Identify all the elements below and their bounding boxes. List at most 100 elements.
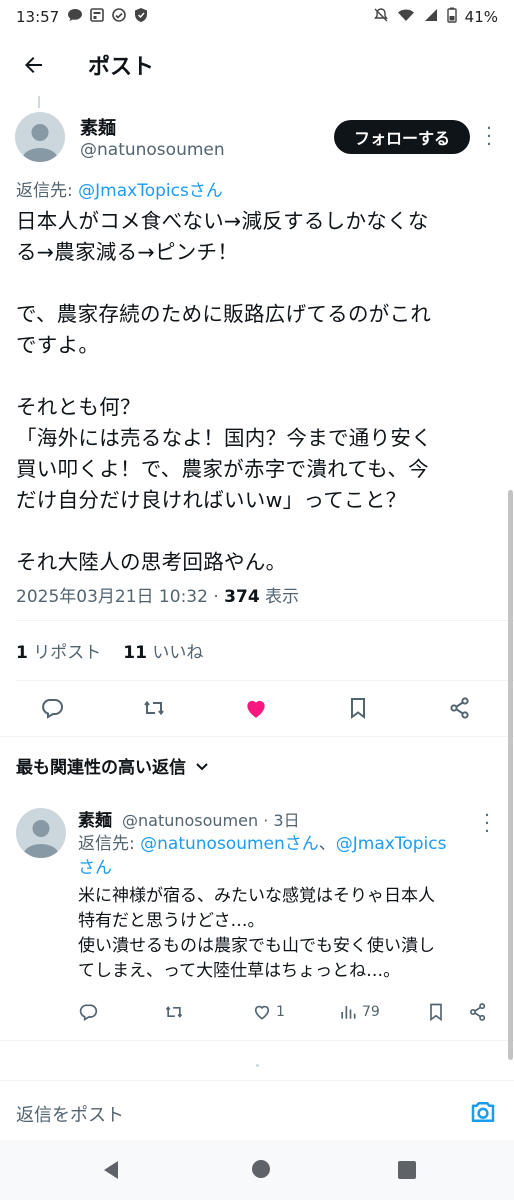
share-button[interactable]	[444, 692, 476, 724]
nav-home-button[interactable]	[252, 1160, 270, 1178]
divider	[0, 1040, 514, 1041]
reply-to: 返信先: @natunosoumenさん、@JmaxTopics さん	[78, 832, 498, 880]
reply-compose-input[interactable]: 返信をポスト	[16, 1101, 124, 1127]
compose-bar: 返信をポスト	[0, 1080, 514, 1140]
tweet-text-line: 日本人がコメ食べない→減反するしかなくな	[16, 209, 429, 233]
repost-icon	[165, 1006, 183, 1018]
reply-to-sep: 、	[318, 834, 336, 854]
share-icon	[450, 697, 469, 719]
tweet-text-line: 買い叩くよ！で、農家が赤字で潰れても、今	[16, 457, 429, 481]
tweet-stats: 1 リポスト 11 いいね	[16, 638, 203, 663]
back-button[interactable]	[16, 47, 52, 83]
likes-stat[interactable]: 11 いいね	[123, 638, 203, 663]
follow-button[interactable]: フォローする	[334, 120, 470, 154]
avatar[interactable]	[15, 112, 65, 162]
tweet-actions	[0, 686, 514, 730]
timestamp[interactable]: 2025年03月21日 10:32	[16, 587, 208, 607]
likes-label: いいね	[146, 643, 204, 663]
reply-to-link[interactable]: @JmaxTopicsさん	[78, 181, 223, 201]
mute-icon	[373, 7, 389, 27]
reply-to-link[interactable]: @natunosoumenさん	[140, 834, 319, 854]
bookmark-icon	[351, 698, 365, 719]
share-icon	[470, 1003, 486, 1021]
reply-text-line: 特有だと思うけどさ…。	[78, 911, 265, 931]
reply-text-line: 使い潰せるものは農家でも山でも安く使い潰し	[78, 936, 435, 956]
battery-icon	[446, 7, 457, 27]
tweet-text-line: る→農家減る→ピンチ！	[16, 240, 239, 264]
reply-bookmark-button[interactable]	[426, 998, 446, 1026]
nav-back-button[interactable]	[102, 1160, 120, 1184]
reply-author-handle[interactable]: @natunosoumen · 3日	[122, 807, 300, 831]
chevron-down-icon	[196, 762, 208, 770]
tweet-text-line: だけ自分だけ良ければいいw」ってこと？	[16, 488, 407, 512]
repost-icon	[144, 700, 164, 716]
triangle-back-icon	[104, 1161, 118, 1179]
reply-to-prefix: 返信先:	[16, 181, 79, 201]
thread-connector	[38, 96, 40, 108]
news-icon	[89, 7, 105, 27]
author-handle[interactable]: @natunosoumen	[80, 140, 225, 160]
arrow-left-icon	[25, 57, 42, 73]
meta-separator: ·	[207, 587, 225, 607]
reply-text-line: てしまえ、って大陸仕草はちょっとね…。	[78, 961, 401, 981]
reply-views-button[interactable]: 79	[338, 998, 380, 1026]
repost-button[interactable]	[138, 692, 170, 724]
reply-icon	[42, 699, 63, 719]
author-name[interactable]: 素麺	[80, 114, 116, 140]
scrollbar[interactable]	[508, 490, 513, 1060]
divider	[0, 736, 514, 737]
reply-sort-label: 最も関連性の高い返信	[16, 758, 186, 778]
reply-like-button[interactable]: 1	[252, 998, 285, 1026]
status-bar: 13:57 41%	[0, 0, 514, 34]
heart-filled-icon	[247, 700, 265, 718]
reply-icon	[79, 1004, 98, 1021]
reply-sort-dropdown[interactable]: 最も関連性の高い返信	[16, 753, 210, 778]
reply-to-link[interactable]: @JmaxTopics	[336, 834, 447, 854]
reply-text-line: 米に神様が宿る、みたいな感覚はそりゃ日本人	[78, 886, 435, 906]
reply-views-count: 79	[362, 1004, 380, 1020]
divider	[16, 620, 514, 621]
loading-dot	[256, 1064, 259, 1067]
reposts-stat[interactable]: 1 リポスト	[16, 638, 101, 663]
tweet-header: 素麺 @natunosoumen フォローする · · ·	[0, 108, 514, 170]
tweet-text-line: それ大陸人の思考回路やん。	[16, 550, 287, 574]
top-bar: ポスト	[0, 34, 514, 96]
bookmark-button[interactable]	[342, 692, 374, 724]
tweet-text-line: で、農家存続のために販路広げてるのがこれ	[16, 302, 432, 326]
tweet-text-line: ですよ。	[16, 333, 100, 357]
system-nav-bar	[0, 1140, 514, 1200]
reply-post[interactable]: 素麺 @natunosoumen · 3日 · · · 返信先: @natunoso…	[0, 800, 514, 1040]
reply-author-name[interactable]: 素麺	[78, 806, 112, 831]
sync-icon	[111, 7, 127, 27]
reposts-count: 1	[16, 643, 28, 663]
reply-reply-button[interactable]	[78, 998, 98, 1026]
heart-icon	[254, 1005, 270, 1020]
wifi-icon	[397, 7, 415, 27]
views-label: 表示	[259, 587, 300, 607]
avatar[interactable]	[16, 808, 66, 858]
reply-share-button[interactable]	[468, 998, 488, 1026]
reply-actions: 1 79	[78, 998, 498, 1026]
battery-percent: 41%	[464, 8, 498, 26]
camera-icon[interactable]	[468, 1097, 498, 1127]
shield-icon	[133, 7, 149, 27]
reply-to-suffix[interactable]: さん	[78, 858, 112, 878]
signal-icon	[423, 7, 439, 27]
status-time: 13:57	[16, 8, 60, 26]
nav-recents-button[interactable]	[398, 1161, 416, 1179]
reply-button[interactable]	[36, 692, 68, 724]
reply-to-prefix: 返信先:	[78, 834, 141, 854]
reposts-label: リポスト	[27, 643, 102, 663]
tweet-text-line: 「海外には売るなよ！国内？今まで通り安く	[16, 426, 432, 450]
reply-likes-count: 1	[276, 1004, 285, 1020]
tweet-meta: 2025年03月21日 10:32 · 374 表示	[16, 582, 299, 607]
more-options-icon[interactable]: · · ·	[484, 120, 494, 154]
bookmark-icon	[430, 1003, 442, 1022]
page-title: ポスト	[88, 55, 155, 80]
reply-repost-button[interactable]	[164, 998, 184, 1026]
reply-to: 返信先: @JmaxTopicsさん	[16, 176, 223, 201]
views-count: 374	[224, 587, 260, 607]
like-button[interactable]	[240, 692, 272, 724]
tweet-body: 日本人がコメ食べない→減反するしかなくな る→農家減る→ピンチ！ で、農家存続の…	[16, 206, 500, 578]
reply-body: 米に神様が宿る、みたいな感覚はそりゃ日本人 特有だと思うけどさ…。 使い潰せるも…	[78, 884, 502, 984]
